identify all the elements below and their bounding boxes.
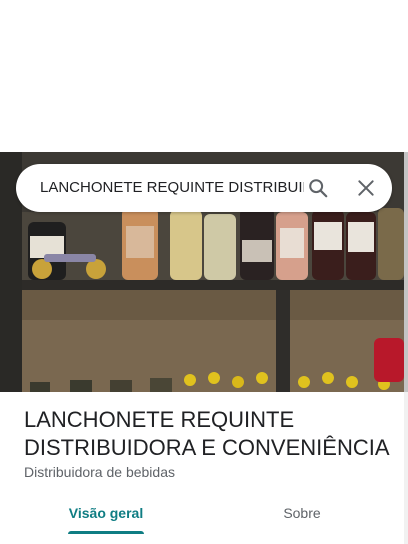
place-category[interactable]: Distribuidora de bebidas	[24, 464, 175, 480]
clear-search-button[interactable]	[346, 168, 386, 208]
search-button[interactable]	[298, 168, 338, 208]
scrollbar-thumb[interactable]	[404, 152, 408, 392]
blank-header-area	[0, 0, 408, 152]
tab-about[interactable]: Sobre	[256, 494, 348, 534]
place-tabs: Visão geral Sobre	[0, 494, 404, 544]
search-bar[interactable]: LANCHONETE REQUINTE DISTRIBUIDORA E CONV…	[16, 164, 392, 212]
place-title: LANCHONETE REQUINTE DISTRIBUIDORA E CONV…	[24, 407, 390, 460]
close-icon	[358, 180, 374, 196]
search-input[interactable]: LANCHONETE REQUINTE DISTRIBUIDORA E CONV…	[40, 164, 304, 212]
active-tab-indicator	[68, 531, 144, 534]
search-icon	[309, 179, 328, 198]
tab-overview[interactable]: Visão geral	[60, 494, 152, 534]
